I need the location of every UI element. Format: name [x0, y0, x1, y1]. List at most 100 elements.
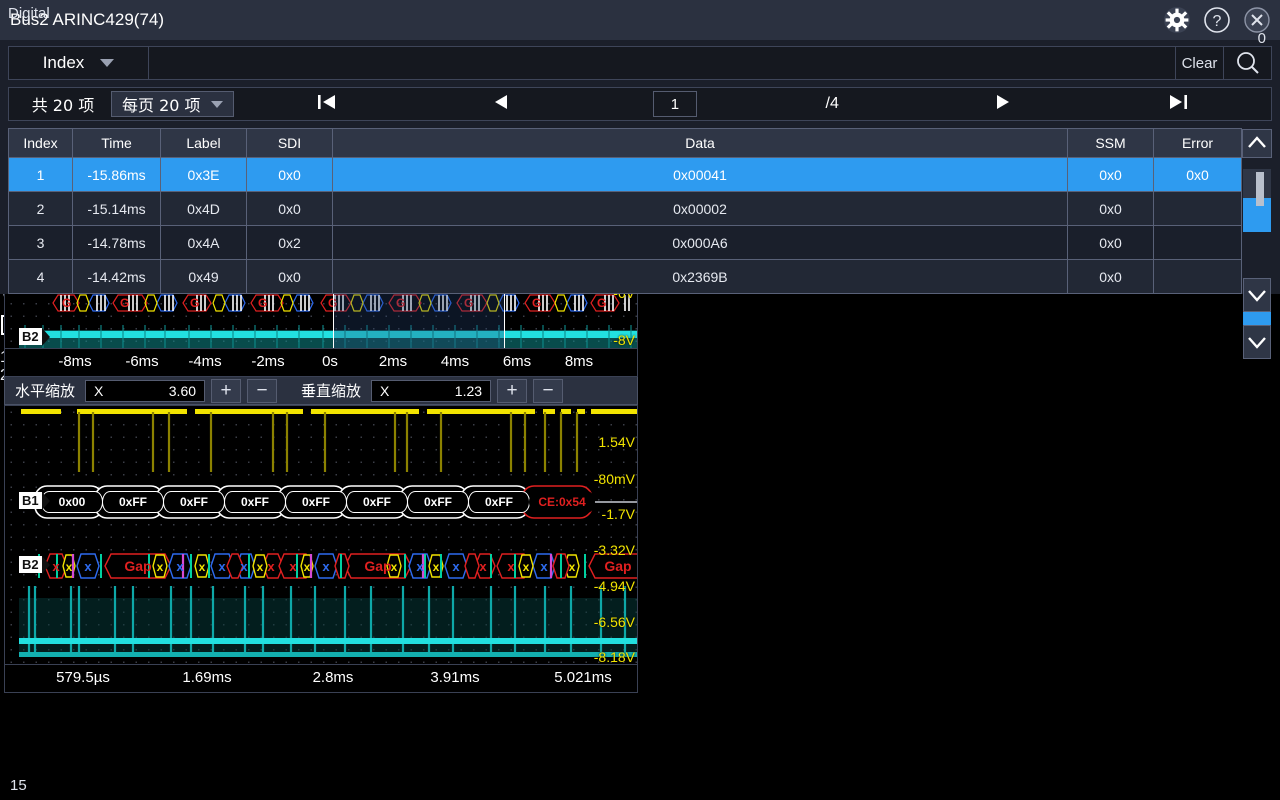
x-label-3: -2ms [251, 353, 285, 370]
help-icon[interactable]: ? [1202, 5, 1232, 35]
y-label-4: -8V [613, 332, 635, 348]
bus2-col-3: SDI [246, 128, 333, 158]
zoom-waveform-plot[interactable]: 0x00 0xFF 0xFF 0xFF 0xFF 0xFF 0xFF 0xFF … [4, 405, 638, 665]
zoom-y-label-4: -4.94V [593, 578, 635, 594]
h-zoom-minus-button[interactable]: − [247, 378, 278, 403]
bus2-clear-button[interactable]: Clear [1175, 47, 1223, 79]
zoom-x-label-0: 579.5µs [56, 669, 110, 686]
bus2-r1-c4: 0x00002 [332, 191, 1068, 226]
bus2-next-page-icon[interactable] [980, 93, 1026, 116]
bus2-r2-c6 [1153, 225, 1242, 260]
bus2-scrollbar-thumb[interactable] [1256, 172, 1264, 206]
table-row[interactable]: 1 -15.86ms 0x3E 0x0 0x00041 0x0 0x0 [8, 157, 1272, 192]
zoom-y-label-6: -8.18V [593, 649, 635, 665]
bus2-r1-c5: 0x0 [1067, 191, 1154, 226]
bus2-col-0: Index [8, 128, 73, 158]
v-zoom-field[interactable]: X 1.23 [371, 379, 492, 402]
svg-text:?: ? [1213, 13, 1222, 30]
bus2-r0-c2: 0x3E [160, 157, 247, 192]
bus2-panel: Bus2 ARINC429(74) ? Index Clear 共 20 项 每… [0, 0, 1280, 312]
table-row[interactable]: 4 -14.42ms 0x49 0x0 0x2369B 0x0 [8, 259, 1272, 294]
bus2-r3-c5: 0x0 [1067, 259, 1154, 294]
zoom-bus1-marker[interactable]: B1 [19, 492, 50, 510]
bus2-r3-c6 [1153, 259, 1242, 294]
bus2-scroll-down-icon[interactable] [1243, 278, 1271, 312]
h-zoom-field[interactable]: X 3.60 [85, 379, 206, 402]
digital-bottom-index: 15 [10, 777, 27, 794]
bus2-r0-c5: 0x0 [1067, 157, 1154, 192]
digital-top-index: 0 [1257, 30, 1266, 47]
bus2-r2-c3: 0x2 [246, 225, 333, 260]
bus2-r1-c0: 2 [8, 191, 73, 226]
bus2-page-total: /4 [825, 95, 839, 112]
v-zoom-label: 垂直缩放 [301, 382, 362, 400]
digital-label: Digital [8, 5, 50, 22]
zoom-ch2-trace [19, 586, 637, 657]
x-label-6: 4ms [440, 353, 470, 370]
bus2-r3-c1: -14.42ms [72, 259, 161, 294]
table-row[interactable]: 3 -14.78ms 0x4A 0x2 0x000A6 0x0 [8, 225, 1272, 260]
v-zoom-prefix: X [380, 382, 390, 399]
zoom-y-label-3: -3.32V [593, 542, 635, 558]
v-zoom-minus-button[interactable]: − [533, 378, 564, 403]
bus2-search-field-select[interactable]: Index [9, 47, 149, 79]
v-zoom-plus-button[interactable]: + [497, 378, 528, 403]
bus2-search-row: Index Clear [8, 46, 1272, 80]
bus2-r0-c0: 1 [8, 157, 73, 192]
bus2-search-input[interactable] [149, 47, 1175, 79]
bus2-r1-c6 [1153, 191, 1242, 226]
bus2-col-1: Time [72, 128, 161, 158]
bus2-r3-c0: 4 [8, 259, 73, 294]
chevron-down-icon [100, 59, 115, 67]
bus2-page-number[interactable]: 1 [652, 91, 697, 117]
bus2-col-6: Error [1153, 128, 1242, 158]
bus2-per-page-label: 每页 20 项 [122, 96, 201, 115]
x-label-5: 2ms [378, 353, 408, 370]
bus2-prev-page-icon[interactable] [478, 93, 524, 116]
x-label-1: -6ms [125, 353, 159, 370]
v-zoom-value: 1.23 [454, 382, 483, 399]
main-plot-x-axis: -8ms -6ms -4ms -2ms 0s 2ms 4ms 6ms 8ms [4, 349, 638, 377]
bus2-r0-c1: -15.86ms [72, 157, 161, 192]
x-label-7: 6ms [502, 353, 532, 370]
chevron-down-icon [210, 100, 223, 108]
bus2-col-2: Label [160, 128, 247, 158]
bus2-r3-c4: 0x2369B [332, 259, 1068, 294]
bus2-r1-c1: -15.14ms [72, 191, 161, 226]
bus2-r0-c4: 0x00041 [332, 157, 1068, 192]
bus2-r1-c3: 0x0 [246, 191, 333, 226]
x-label-4: 0s [322, 353, 338, 370]
bus2-header: Bus2 ARINC429(74) ? [0, 0, 1280, 40]
h-zoom-prefix: X [94, 382, 104, 399]
zoom-x-label-3: 3.91ms [430, 669, 480, 686]
bus2-r0-c3: 0x0 [246, 157, 333, 192]
bus2-marker[interactable]: B2 [19, 328, 50, 346]
bus2-pager: 共 20 项 每页 20 项 1 /4 [8, 87, 1272, 121]
zoom-x-label-2: 2.8ms [312, 669, 354, 686]
zoom-x-label-1: 1.69ms [182, 669, 232, 686]
x-label-8: 8ms [564, 353, 594, 370]
x-label-0: -8ms [58, 353, 92, 370]
bus1-scroll-down-icon[interactable] [1243, 325, 1271, 359]
zoom-control-bar: 水平缩放 X 3.60 + − 垂直缩放 X 1.23 + − [4, 377, 638, 405]
zoom-x-label-4: 5.021ms [554, 669, 612, 686]
bus2-r0-c6: 0x0 [1153, 157, 1242, 192]
bus2-first-page-icon[interactable] [304, 93, 350, 116]
bus2-last-page-icon[interactable] [1155, 93, 1201, 116]
bus2-table[interactable]: Index Time Label SDI Data SSM Error 1 -1… [8, 128, 1272, 294]
zoom-plot-x-axis: 579.5µs 1.69ms 2.8ms 3.91ms 5.021ms [4, 665, 638, 693]
bus2-r2-c4: 0x000A6 [332, 225, 1068, 260]
h-zoom-label: 水平缩放 [15, 382, 76, 400]
zoom-bus2-marker[interactable]: B2 [19, 556, 50, 574]
h-zoom-value: 3.60 [168, 382, 197, 399]
bus2-r2-c1: -14.78ms [72, 225, 161, 260]
bus2-search-field-label: Index [42, 53, 85, 72]
bus2-col-4: Data [332, 128, 1068, 158]
bus2-search-button[interactable] [1223, 47, 1271, 79]
h-zoom-plus-button[interactable]: + [211, 378, 242, 403]
bus2-scroll-up-icon[interactable] [1242, 128, 1272, 158]
zoom-y-label-2: -1.7V [601, 506, 635, 522]
gear-icon[interactable] [1162, 5, 1192, 35]
bus2-per-page-select[interactable]: 每页 20 项 [111, 91, 234, 117]
table-row[interactable]: 2 -15.14ms 0x4D 0x0 0x00002 0x0 [8, 191, 1272, 226]
